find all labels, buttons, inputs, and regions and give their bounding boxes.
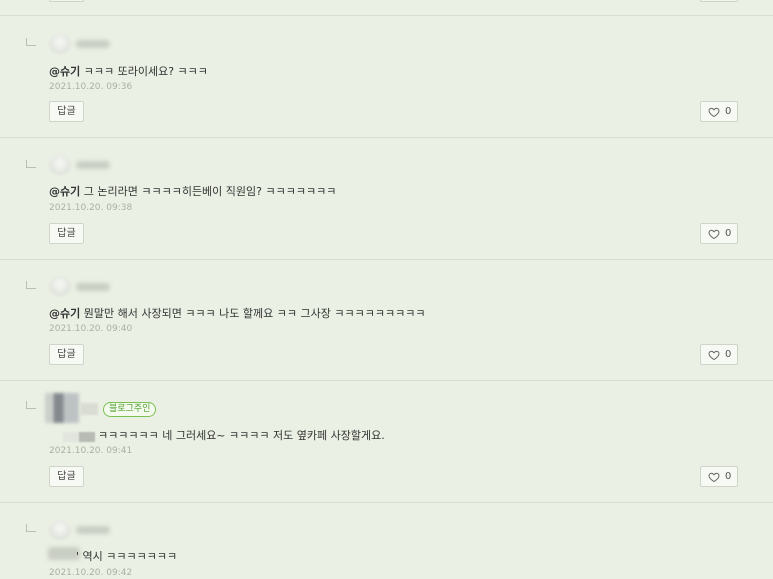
like-button[interactable]: 0	[700, 101, 738, 122]
like-button-partial[interactable]	[700, 0, 738, 2]
avatar[interactable]	[45, 393, 79, 423]
comment-item: @슈기 그 논리라면 ㅋㅋㅋㅋ히든베이 직원임? ㅋㅋㅋㅋㅋㅋㅋ 2021.10…	[0, 138, 773, 260]
like-count: 0	[725, 106, 732, 117]
mention[interactable]: @슈기	[49, 185, 80, 198]
reply-arrow-icon	[26, 38, 36, 46]
comment-date: 2021.10.20. 09:42	[49, 568, 133, 578]
mention-blurred[interactable]	[63, 432, 95, 442]
reply-button-partial[interactable]	[49, 0, 84, 2]
heart-icon	[708, 472, 720, 483]
author-name-blurred[interactable]	[80, 403, 98, 415]
heart-icon	[708, 107, 720, 118]
reply-button[interactable]: 답글	[49, 344, 84, 365]
comment-text: @슈기 뭔말만 해서 사장되면 ㅋㅋㅋ 나도 할께요 ㅋㅋ 그사장 ㅋㅋㅋㅋㅋㅋ…	[49, 307, 426, 320]
reply-button[interactable]: 답글	[49, 466, 84, 487]
author-name-blurred[interactable]	[76, 283, 110, 291]
author-name-blurred[interactable]	[76, 161, 110, 169]
comment-item: @슈기 ㅋㅋㅋ 또라이세요? ㅋㅋㅋ 2021.10.20. 09:36 답글 …	[0, 17, 773, 138]
comment-text: ' 역시 ㅋㅋㅋㅋㅋㅋㅋ	[76, 550, 178, 563]
reply-button[interactable]: 답글	[49, 101, 84, 122]
comment-item: @슈기 뭔말만 해서 사장되면 ㅋㅋㅋ 나도 할께요 ㅋㅋ 그사장 ㅋㅋㅋㅋㅋㅋ…	[0, 260, 773, 381]
like-button[interactable]: 0	[700, 466, 738, 487]
author-name-blurred[interactable]	[76, 526, 110, 534]
comment-item: 블로그주인 ㅋㅋㅋㅋㅋㅋ 네 그러세요~ ㅋㅋㅋㅋ 저도 옆카페 사장할게요. …	[0, 381, 773, 503]
mention[interactable]: @슈기	[49, 65, 80, 78]
mention[interactable]: @슈기	[49, 307, 80, 320]
like-button[interactable]: 0	[700, 223, 738, 244]
reply-arrow-icon	[26, 160, 36, 168]
avatar[interactable]	[49, 34, 71, 54]
like-button[interactable]: 0	[700, 344, 738, 365]
avatar[interactable]	[49, 155, 71, 175]
comment-text: ㅋㅋㅋㅋㅋㅋ 네 그러세요~ ㅋㅋㅋㅋ 저도 옆카페 사장할게요.	[98, 429, 385, 442]
reply-arrow-icon	[26, 524, 36, 532]
author-name-blurred[interactable]	[76, 40, 110, 48]
avatar[interactable]	[49, 276, 71, 296]
blog-owner-badge: 블로그주인	[103, 402, 157, 417]
heart-icon	[708, 229, 720, 240]
comment-date: 2021.10.20. 09:40	[49, 324, 133, 334]
comment-text: @슈기 ㅋㅋㅋ 또라이세요? ㅋㅋㅋ	[49, 65, 208, 78]
heart-icon	[708, 350, 720, 361]
previous-comment-bottom	[0, 0, 773, 16]
like-count: 0	[725, 349, 732, 360]
reply-button[interactable]: 답글	[49, 223, 84, 244]
avatar[interactable]	[49, 520, 71, 540]
like-count: 0	[725, 471, 732, 482]
like-count: 0	[725, 228, 732, 239]
reply-arrow-icon	[26, 281, 36, 289]
comment-date: 2021.10.20. 09:38	[49, 203, 133, 213]
comment-item: ' 역시 ㅋㅋㅋㅋㅋㅋㅋ 2021.10.20. 09:42	[0, 503, 773, 579]
comment-date: 2021.10.20. 09:41	[49, 446, 133, 456]
reply-arrow-icon	[26, 401, 36, 409]
comment-date: 2021.10.20. 09:36	[49, 82, 133, 92]
comment-text: @슈기 그 논리라면 ㅋㅋㅋㅋ히든베이 직원임? ㅋㅋㅋㅋㅋㅋㅋ	[49, 185, 337, 198]
